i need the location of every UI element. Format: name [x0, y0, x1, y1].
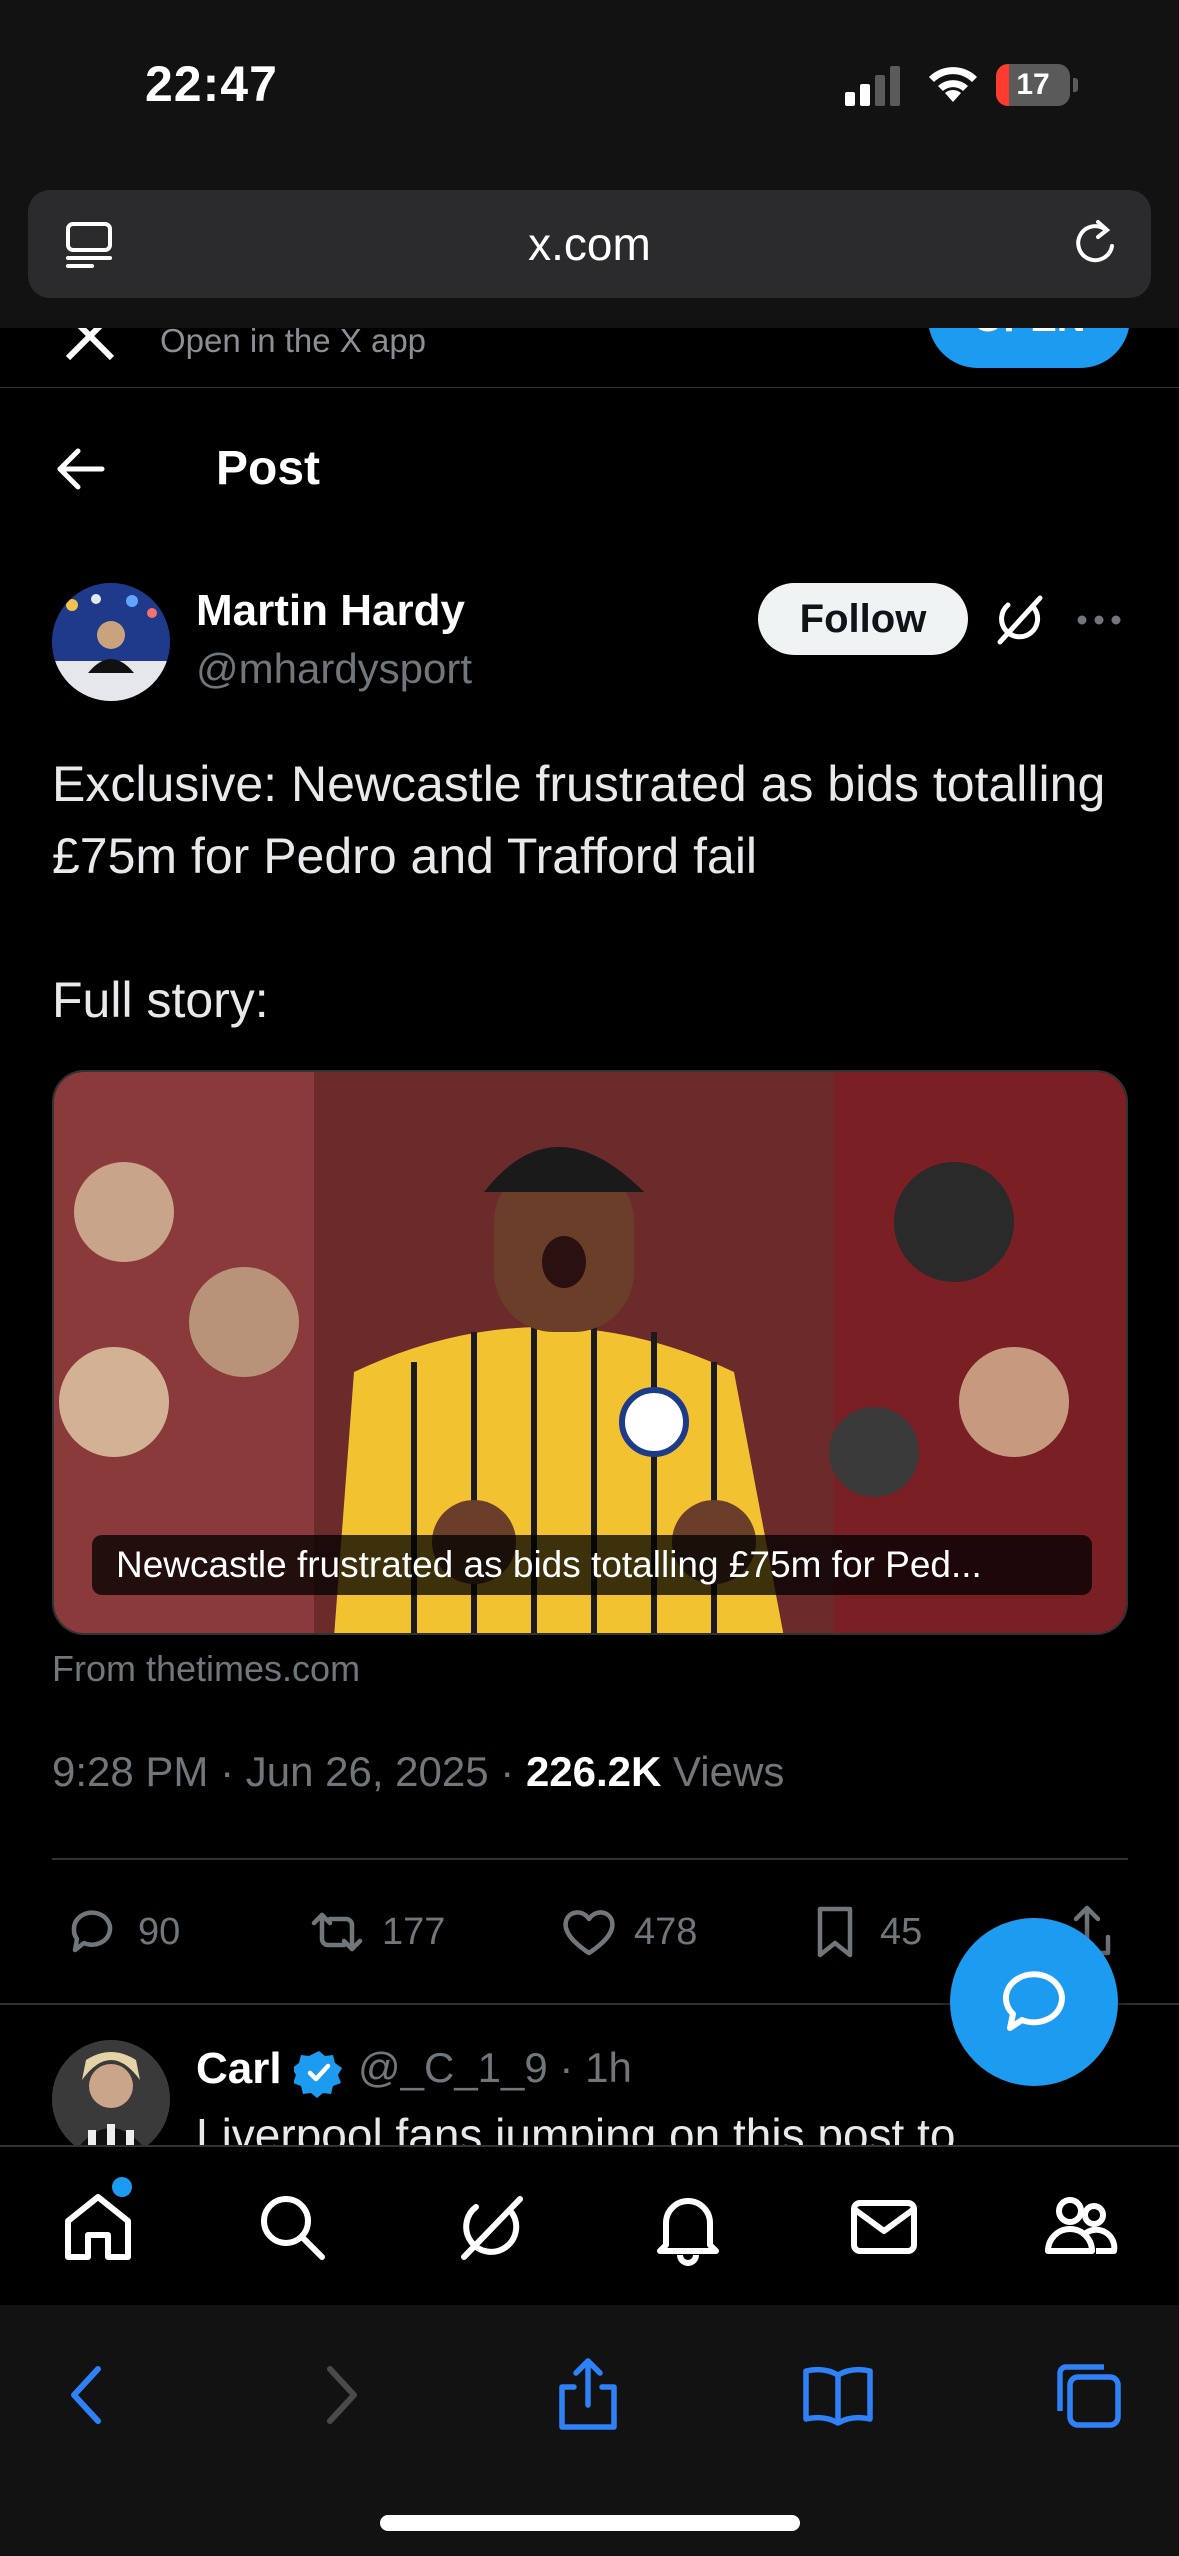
reply-author-name[interactable]: Carl [196, 2044, 282, 2094]
avatar-photo [52, 583, 170, 701]
address-bar[interactable]: x.com [28, 190, 1151, 298]
bookmark-count: 45 [880, 1910, 923, 1953]
tabs-overview-icon[interactable] [62, 218, 116, 272]
reply-avatar[interactable] [52, 2040, 170, 2145]
timestamp-text: 9:28 PM · Jun 26, 2025 · [52, 1748, 526, 1795]
open-app-button[interactable]: OPEN [928, 328, 1130, 368]
follow-button[interactable]: Follow [758, 583, 968, 655]
browser-chrome: 22:47 17 x.com [0, 0, 1179, 328]
author-avatar[interactable] [52, 583, 170, 701]
reply-meta: @_C_1_9 · 1h [358, 2044, 632, 2091]
reply-text: Liverpool fans jumping on this post to [196, 2109, 956, 2145]
link-preview-card[interactable]: Newcastle frustrated as bids totalling £… [52, 1070, 1128, 1635]
author-handle[interactable]: @mhardysport [196, 645, 472, 693]
safari-toolbar [0, 2305, 1179, 2556]
x-bottom-nav [0, 2145, 1179, 2305]
bookmark-button[interactable]: 45 [804, 1900, 922, 1964]
chat-bubble-icon [1002, 1971, 1065, 2031]
home-icon[interactable] [58, 2187, 138, 2267]
back-icon[interactable] [48, 2355, 128, 2435]
like-button[interactable]: 478 [558, 1900, 697, 1964]
home-indicator [380, 2515, 800, 2531]
battery-indicator: 17 [996, 64, 1080, 106]
url-text[interactable]: x.com [28, 190, 1151, 298]
compose-reply-button[interactable] [950, 1918, 1118, 2086]
status-time: 22:47 [145, 56, 278, 112]
card-caption: Newcastle frustrated as bids totalling £… [92, 1535, 1092, 1595]
x-logo-icon [65, 328, 115, 361]
open-in-app-text: Open in the X app [160, 328, 427, 359]
battery-level: 17 [1016, 68, 1050, 101]
communities-icon[interactable] [1040, 2187, 1120, 2267]
reply-count: 90 [138, 1910, 181, 1953]
notifications-bell-icon[interactable] [648, 2187, 728, 2267]
views-label: Views [661, 1748, 785, 1795]
back-arrow-icon[interactable] [52, 440, 110, 498]
bookmark-icon [817, 1906, 853, 1958]
card-source[interactable]: From thetimes.com [52, 1648, 360, 1690]
author-name[interactable]: Martin Hardy [196, 586, 465, 636]
reply-button[interactable]: 90 [62, 1900, 180, 1964]
open-in-app-banner[interactable]: Open in the X app OPEN [0, 328, 1179, 388]
grok-nav-icon[interactable] [452, 2187, 532, 2267]
messages-envelope-icon[interactable] [844, 2187, 924, 2267]
repost-count: 177 [382, 1910, 446, 1953]
cellular-signal-icon [845, 66, 900, 106]
grok-icon[interactable] [990, 590, 1050, 650]
like-count: 478 [634, 1910, 698, 1953]
post-text: Exclusive: Newcastle frustrated as bids … [52, 756, 1106, 1028]
search-icon[interactable] [252, 2187, 332, 2267]
more-options-icon[interactable] [1074, 598, 1124, 642]
verified-badge-icon [294, 2051, 342, 2098]
home-notification-dot [112, 2177, 132, 2197]
reload-icon[interactable] [1068, 216, 1124, 272]
page-title: Post [216, 442, 321, 495]
bookmarks-book-icon[interactable] [798, 2355, 878, 2435]
views-count: 226.2K [525, 1748, 662, 1795]
repost-icon [311, 1912, 363, 1952]
tabs-icon[interactable] [1048, 2355, 1128, 2435]
post-timestamp: 9:28 PM · Jun 26, 2025 · 226.2K Views [52, 1748, 784, 1796]
heart-icon [563, 1910, 615, 1956]
share-sheet-icon[interactable] [548, 2355, 628, 2435]
reply-avatar-photo [52, 2040, 170, 2145]
wifi-icon [929, 67, 977, 102]
repost-button[interactable]: 177 [306, 1900, 445, 1964]
reply-icon [71, 1910, 113, 1953]
forward-icon[interactable] [300, 2355, 380, 2435]
divider [52, 1858, 1128, 1860]
